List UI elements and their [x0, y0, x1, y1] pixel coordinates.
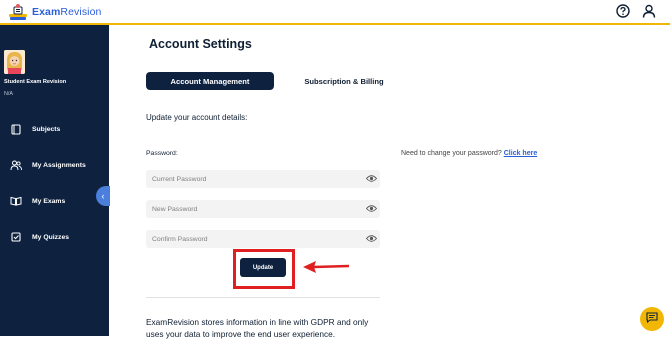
eye-icon[interactable]: [365, 234, 378, 245]
sidebar: Student Exam Revision N/A Subjects My As…: [0, 25, 109, 336]
page-title: Account Settings: [149, 37, 252, 51]
student-subtitle: N/A: [4, 91, 13, 97]
app-logo[interactable]: ExamRevision: [8, 3, 102, 21]
update-button[interactable]: Update: [240, 258, 286, 277]
eye-icon[interactable]: [365, 204, 378, 215]
book-icon: [10, 123, 22, 135]
student-name: Student Exam Revision: [4, 79, 67, 85]
eye-icon[interactable]: [365, 174, 378, 185]
chevron-left-icon: ‹: [101, 191, 105, 201]
confirm-password-field: [146, 230, 380, 248]
current-password-field: [146, 170, 380, 188]
checkbox-icon: [10, 231, 22, 243]
help-text-label: Need to change your password?: [401, 150, 502, 157]
sidebar-collapse-button[interactable]: ‹: [96, 186, 110, 206]
chat-button[interactable]: [640, 307, 664, 331]
main-content: Account Settings Account Management Subs…: [109, 25, 670, 339]
open-book-icon: [10, 195, 22, 207]
password-label: Password:: [146, 150, 178, 157]
sidebar-item-my-exams[interactable]: My Exams: [10, 195, 65, 207]
divider: [146, 297, 380, 298]
avatar[interactable]: [4, 50, 25, 74]
change-password-help: Need to change your password? Click here: [401, 150, 537, 157]
click-here-link[interactable]: Click here: [504, 150, 537, 157]
sidebar-item-my-assignments[interactable]: My Assignments: [10, 159, 86, 171]
sidebar-item-subjects[interactable]: Subjects: [10, 123, 60, 135]
new-password-input[interactable]: [152, 205, 352, 213]
app-name: ExamRevision: [32, 6, 102, 18]
confirm-password-input[interactable]: [152, 235, 352, 243]
current-password-input[interactable]: [152, 175, 352, 183]
sidebar-item-label: Subjects: [32, 125, 61, 133]
question-circle-icon[interactable]: [616, 4, 630, 18]
tab-subscription-billing[interactable]: Subscription & Billing: [284, 72, 404, 90]
gdpr-notice: ExamRevision stores information in line …: [146, 317, 369, 339]
users-icon: [10, 159, 22, 171]
section-heading: Update your account details:: [146, 113, 248, 122]
annotation-arrow-icon: [302, 260, 350, 279]
top-bar: ExamRevision: [0, 0, 670, 25]
tab-account-management[interactable]: Account Management: [146, 72, 274, 90]
logo-icon: [8, 3, 28, 21]
new-password-field: [146, 200, 380, 218]
user-icon[interactable]: [642, 4, 656, 18]
sidebar-item-label: My Quizzes: [32, 233, 70, 241]
sidebar-item-my-quizzes[interactable]: My Quizzes: [10, 231, 69, 243]
sidebar-item-label: My Assignments: [32, 161, 86, 169]
chat-icon: [646, 310, 658, 328]
sidebar-item-label: My Exams: [32, 197, 66, 205]
